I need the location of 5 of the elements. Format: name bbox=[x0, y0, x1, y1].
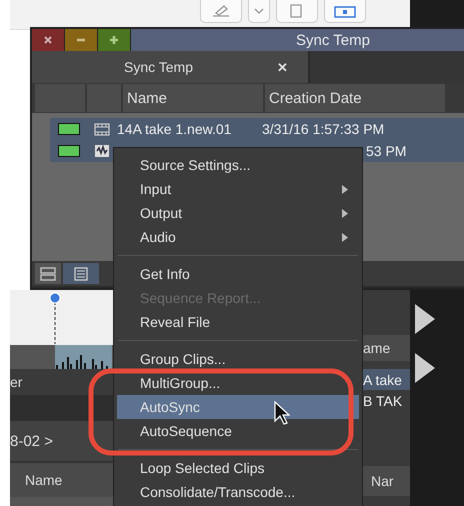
date-text: 3/31/16 1:57:33 PM bbox=[262, 121, 384, 137]
panel-label: er bbox=[10, 369, 113, 395]
window-title: Sync Temp bbox=[296, 32, 370, 48]
clip-name: 14A take 1.new.01 bbox=[117, 121, 232, 137]
date-text: 53 PM bbox=[365, 143, 406, 159]
